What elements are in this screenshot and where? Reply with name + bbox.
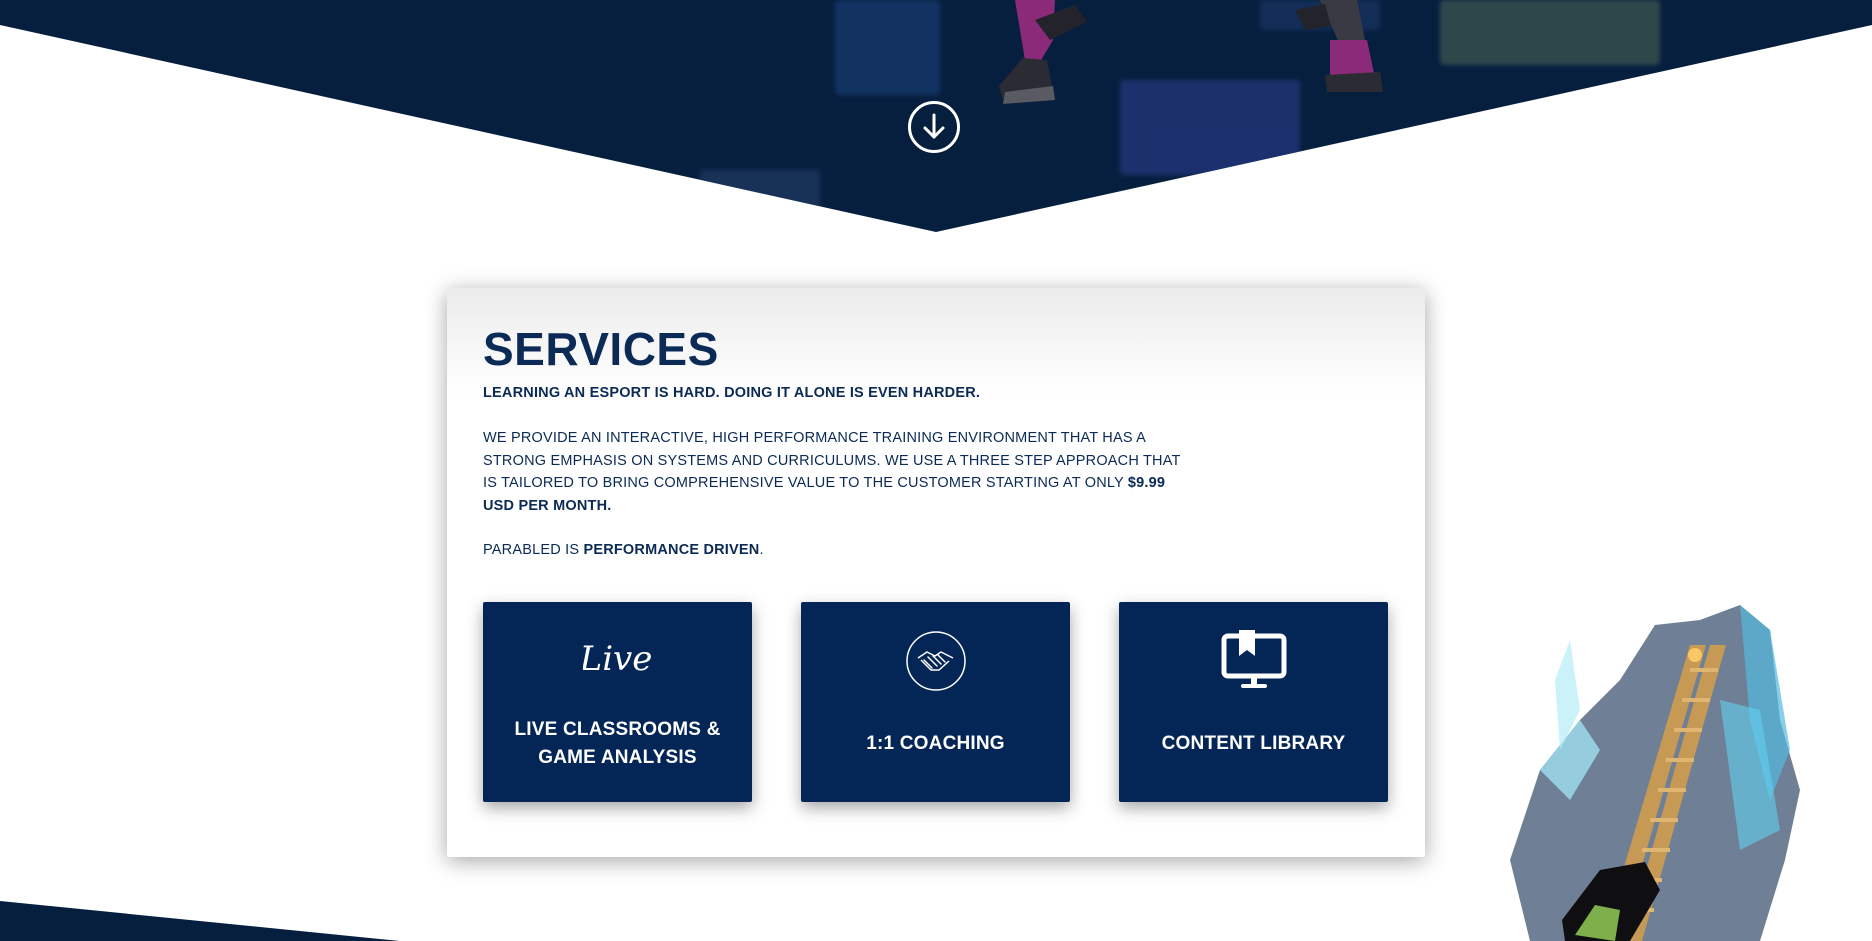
live-script-icon: Live (583, 639, 652, 679)
service-tile-content-library[interactable]: CONTENT LIBRARY (1119, 602, 1388, 802)
live-script-text: Live (583, 639, 652, 679)
scroll-down-button[interactable] (908, 101, 960, 153)
services-title: SERVICES (483, 323, 719, 375)
hero-background-screen (1440, 0, 1660, 65)
description-text: WE PROVIDE AN INTERACTIVE, HIGH PERFORMA… (483, 430, 1181, 491)
service-tile-coaching[interactable]: 1:1 COACHING (801, 602, 1070, 802)
motto-suffix: . (759, 542, 764, 558)
handshake-icon (905, 631, 966, 691)
motto-prefix: PARABLED IS (483, 542, 584, 558)
motto-emphasis: PERFORMANCE DRIVEN (583, 542, 760, 558)
service-tile-label: 1:1 COACHING (866, 733, 1005, 754)
hero-character-illustration (999, 0, 1383, 104)
services-description: WE PROVIDE AN INTERACTIVE, HIGH PERFORMA… (483, 427, 1198, 517)
bottom-section-band (0, 901, 400, 941)
mountain-ladder-illustration (1510, 605, 1800, 941)
hero-background-screen (835, 0, 940, 95)
service-tile-label: CONTENT LIBRARY (1161, 733, 1346, 754)
monitor-bookmark-icon (1221, 630, 1286, 688)
services-card: SERVICES LEARNING AN ESPORT IS HARD. DOI… (447, 288, 1425, 857)
service-tile-label: LIVE CLASSROOMS & GAME ANALYSIS (514, 719, 721, 768)
services-motto: PARABLED IS PERFORMANCE DRIVEN. (483, 539, 1198, 562)
services-tagline: LEARNING AN ESPORT IS HARD. DOING IT ALO… (483, 385, 981, 401)
arrow-down-icon (923, 113, 945, 139)
hero-background-screen (700, 170, 820, 215)
service-tile-live-classrooms[interactable]: Live LIVE CLASSROOMS & GAME ANALYSIS (483, 602, 752, 802)
